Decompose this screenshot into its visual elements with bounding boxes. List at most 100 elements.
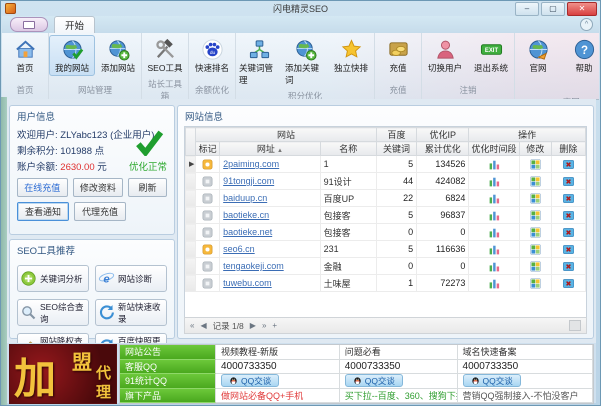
qq-chat-button[interactable]: QQ交谈 [221,374,279,387]
colgroup-baidu[interactable]: 百度 [376,128,416,142]
site-url-link[interactable]: baotieke.cn [223,210,269,220]
keyword-analysis-button[interactable]: 关键词分析 [17,265,89,292]
delete-button[interactable] [551,224,585,241]
tab-start[interactable]: 开始 [54,16,95,33]
first-page-button[interactable]: « [190,321,194,330]
column-header-5[interactable]: 优化时间段 [469,142,519,156]
ribbon-button-switch-user[interactable]: 切换用户 [422,35,468,76]
ribbon-button-seo-tools[interactable]: SEO工具 [142,35,188,76]
site-url-link[interactable]: 2paiming.com [223,159,279,169]
colgroup-site[interactable]: 网站 [196,128,377,142]
delete-button[interactable] [551,207,585,224]
ribbon-button-standalone-ranking[interactable]: 独立快排 [328,35,374,76]
site-url-link[interactable]: tuwebu.com [223,278,272,288]
time-range-button[interactable] [469,258,519,275]
site-table: 网站百度优化IP操作标记网址▲名称关键词累计优化优化时间段修改删除 ▶ 2paimi… [185,127,586,292]
ribbon-collapse-icon[interactable]: ^ [580,18,593,31]
ribbon-button-official-site[interactable]: 官网 [515,35,561,76]
column-header-0[interactable]: 标记 [196,142,220,156]
edit-button[interactable] [519,156,551,173]
edit-button[interactable] [519,258,551,275]
ribbon-button-recharge[interactable]: 充值 [375,35,421,76]
ribbon-button-help[interactable]: ?帮助 [561,35,601,76]
view-notice-button[interactable]: 查看通知 [17,202,69,221]
column-header-6[interactable]: 修改 [519,142,551,156]
delete-button[interactable] [551,258,585,275]
row-selector[interactable]: ▶ [186,156,196,173]
site-url-link[interactable]: baotieke.net [223,227,272,237]
delete-button[interactable] [551,275,585,292]
seo-query-button[interactable]: SEO综合查询 [17,299,89,326]
ribbon-group-label: 注销 [422,82,514,99]
colgroup-action[interactable]: 操作 [469,128,586,142]
online-recharge-button[interactable]: 在线充值 [17,178,68,197]
close-button[interactable]: ✕ [567,2,597,16]
last-page-button[interactable]: » [262,321,266,330]
row-selector[interactable] [186,207,196,224]
time-range-button[interactable] [469,224,519,241]
edit-profile-button[interactable]: 修改资料 [73,178,124,197]
ribbon-button-add-website[interactable]: 添加网站 [95,35,141,76]
site-url-link[interactable]: tengaokeji.com [223,261,284,271]
qq-chat-button[interactable]: QQ交谈 [345,374,403,387]
time-range-button[interactable] [469,156,519,173]
ribbon-button-add-keyword[interactable]: 添加关键词 [282,35,328,88]
site-url-link[interactable]: 91tongji.com [223,176,274,186]
column-header-7[interactable]: 删除 [551,142,585,156]
edit-button[interactable] [519,241,551,258]
refresh-button[interactable]: 刷新 [128,178,167,197]
agent-recharge-button[interactable]: 代理充值 [74,202,126,221]
column-header-4[interactable]: 累计优化 [417,142,469,156]
add-record-button[interactable]: + [272,321,277,330]
info-cell[interactable]: 域名快速备案 [458,345,593,360]
delete-button[interactable] [551,241,585,258]
column-header-3[interactable]: 关键词 [376,142,416,156]
ribbon-button-my-websites[interactable]: 我的网站 [49,35,95,76]
row-selector[interactable] [186,258,196,275]
minimize-button[interactable]: – [515,2,539,16]
delete-button[interactable] [551,190,585,207]
column-header-1[interactable]: 网址▲ [220,142,321,156]
time-range-button[interactable] [469,207,519,224]
chart-icon [488,277,501,290]
home-icon [14,38,37,61]
delete-button[interactable] [551,173,585,190]
row-selector[interactable] [186,241,196,258]
maximize-button[interactable]: ▢ [541,2,565,16]
ribbon-button-home[interactable]: 首页 [2,35,48,76]
ribbon-button-fast-ranking[interactable]: du快速排名 [189,35,235,76]
row-selector[interactable] [186,190,196,207]
edit-button[interactable] [519,275,551,292]
site-url-link[interactable]: baiduup.cn [223,193,267,203]
time-range-button[interactable] [469,275,519,292]
row-selector[interactable] [186,275,196,292]
time-range-button[interactable] [469,173,519,190]
qq-chat-button[interactable]: QQ交谈 [463,374,521,387]
colgroup-ip[interactable]: 优化IP [417,128,469,142]
new-site-include-button[interactable]: 新站快速收录 [95,299,167,326]
scrollbar-stub[interactable] [569,320,581,331]
prev-page-button[interactable]: ◀ [200,321,206,330]
edit-button[interactable] [519,207,551,224]
ribbon-button-exit-system[interactable]: EXIT退出系统 [468,35,514,76]
info-cell[interactable]: 视频教程-新版 [216,345,340,360]
edit-button[interactable] [519,190,551,207]
ribbon-button-keyword-manage[interactable]: 关键词管理 [236,35,282,88]
banner-char: 代 [96,362,111,383]
time-range-button[interactable] [469,190,519,207]
next-page-button[interactable]: ▶ [250,321,256,330]
row-selector[interactable] [186,224,196,241]
time-range-button[interactable] [469,241,519,258]
info-cell[interactable]: 问题必看 [340,345,458,360]
edit-button[interactable] [519,224,551,241]
edit-button[interactable] [519,173,551,190]
row-selector[interactable] [186,173,196,190]
join-agent-banner[interactable]: 加 盟 代 理 [9,344,117,404]
delete-button[interactable] [551,156,585,173]
site-url-link[interactable]: seo6.cn [223,244,255,254]
user-info-title: 用户信息 [10,106,174,125]
app-menu-button[interactable] [10,17,48,32]
site-diagnosis-button[interactable]: e网站诊断 [95,265,167,292]
column-header-2[interactable]: 名称 [320,142,376,156]
plus-burst-icon [20,270,37,287]
